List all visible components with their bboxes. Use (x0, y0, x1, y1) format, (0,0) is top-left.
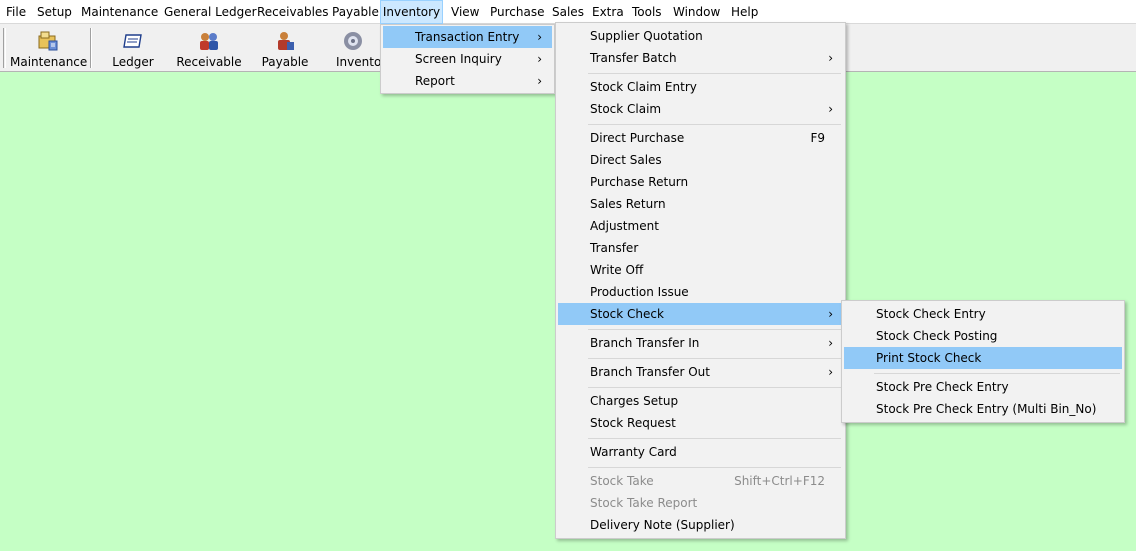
ledger-button[interactable]: Ledger (100, 26, 166, 70)
menu-item-stock-take: Stock Take Shift+Ctrl+F12 (590, 474, 825, 488)
receivable-icon (200, 33, 218, 50)
maintenance-button[interactable]: Maintenance (10, 26, 88, 70)
menu-item-direct-purchase[interactable]: Direct Purchase F9 (558, 127, 843, 149)
submenu-arrow-icon: › (828, 102, 833, 116)
menu-item-purchase-return[interactable]: Purchase Return (558, 171, 843, 193)
receivable-label: Receivable (176, 55, 242, 69)
menu-item-stock-request[interactable]: Stock Request (558, 412, 843, 434)
payable-button[interactable]: Payable (254, 26, 316, 70)
menu-separator (588, 358, 841, 359)
menu-view[interactable]: View (451, 0, 479, 24)
menu-item-write-off[interactable]: Write Off (558, 259, 843, 281)
payable-icon (278, 32, 294, 50)
menu-item-charges-setup[interactable]: Charges Setup (558, 390, 843, 412)
maintenance-label: Maintenance (10, 55, 88, 69)
payable-label: Payable (261, 55, 309, 69)
stock-check-submenu: Stock Check Entry Stock Check Posting Pr… (841, 300, 1125, 423)
menu-item-sales-return[interactable]: Sales Return (558, 193, 843, 215)
menu-purchase[interactable]: Purchase (490, 0, 545, 24)
menu-item-stock-pre-check-entry-multi-bin[interactable]: Stock Pre Check Entry (Multi Bin_No) (844, 398, 1122, 420)
menu-item-transfer-batch[interactable]: Transfer Batch › (558, 47, 843, 69)
submenu-arrow-icon: › (537, 52, 542, 66)
menu-payable[interactable]: Payable (332, 0, 379, 24)
maintenance-icon (38, 31, 58, 51)
menu-bar: File Setup Maintenance General Ledger Re… (0, 0, 1136, 24)
menu-separator (588, 438, 841, 439)
ledger-label: Ledger (112, 55, 154, 69)
inventory-button[interactable]: Inventor (326, 26, 380, 70)
menu-inventory[interactable]: Inventory (380, 0, 443, 24)
menu-item-stock-check[interactable]: Stock Check › (558, 303, 843, 325)
submenu-arrow-icon: › (828, 51, 833, 65)
submenu-arrow-icon: › (828, 336, 833, 350)
inventory-icon (344, 32, 362, 50)
menu-item-print-stock-check[interactable]: Print Stock Check (844, 347, 1122, 369)
menu-tools[interactable]: Tools (632, 0, 662, 24)
menu-maintenance[interactable]: Maintenance (81, 0, 158, 24)
menu-setup[interactable]: Setup (37, 0, 72, 24)
menu-file[interactable]: File (6, 0, 26, 24)
menu-item-stock-claim-entry[interactable]: Stock Claim Entry (558, 76, 843, 98)
toolbar-separator (90, 28, 92, 68)
menu-separator (588, 387, 841, 388)
menu-item-direct-sales[interactable]: Direct Sales (558, 149, 843, 171)
toolbar-grip[interactable] (3, 28, 6, 68)
menu-item-stock-claim[interactable]: Stock Claim › (558, 98, 843, 120)
inventory-label: Inventor (336, 55, 380, 69)
menu-item-adjustment[interactable]: Adjustment (558, 215, 843, 237)
menu-item-screen-inquiry[interactable]: Screen Inquiry › (383, 48, 552, 70)
ledger-icon (123, 34, 142, 48)
menu-item-stock-check-posting[interactable]: Stock Check Posting (844, 325, 1122, 347)
menu-separator (874, 373, 1120, 374)
submenu-arrow-icon: › (537, 74, 542, 88)
menu-receivables[interactable]: Receivables (257, 0, 329, 24)
menu-item-branch-transfer-out[interactable]: Branch Transfer Out › (558, 361, 843, 383)
submenu-arrow-icon: › (828, 307, 833, 321)
menu-general-ledger[interactable]: General Ledger (164, 0, 257, 24)
menu-separator (588, 73, 841, 74)
menu-item-supplier-quotation[interactable]: Supplier Quotation (558, 25, 843, 47)
menu-separator (588, 329, 841, 330)
menu-item-report[interactable]: Report › (383, 70, 552, 92)
menu-separator (588, 124, 841, 125)
menu-item-production-issue[interactable]: Production Issue (558, 281, 843, 303)
menu-item-transaction-entry[interactable]: Transaction Entry › (383, 26, 552, 48)
receivable-button[interactable]: Receivable (174, 26, 244, 70)
inventory-dropdown: Transaction Entry › Screen Inquiry › Rep… (380, 24, 555, 94)
menu-item-stock-check-entry[interactable]: Stock Check Entry (844, 303, 1122, 325)
menu-item-stock-take-report: Stock Take Report (590, 496, 698, 510)
menu-sales[interactable]: Sales (552, 0, 584, 24)
transaction-entry-submenu: Supplier Quotation Transfer Batch › Stoc… (555, 22, 846, 539)
menu-item-warranty-card[interactable]: Warranty Card (558, 441, 843, 463)
menu-item-transfer[interactable]: Transfer (558, 237, 843, 259)
menu-item-branch-transfer-in[interactable]: Branch Transfer In › (558, 332, 843, 354)
submenu-arrow-icon: › (537, 30, 542, 44)
menu-item-stock-pre-check-entry[interactable]: Stock Pre Check Entry (844, 376, 1122, 398)
menu-separator (588, 467, 841, 468)
submenu-arrow-icon: › (828, 365, 833, 379)
menu-item-delivery-note-supplier[interactable]: Delivery Note (Supplier) (558, 514, 843, 536)
menu-help[interactable]: Help (731, 0, 758, 24)
menu-extra[interactable]: Extra (592, 0, 624, 24)
menu-window[interactable]: Window (673, 0, 720, 24)
